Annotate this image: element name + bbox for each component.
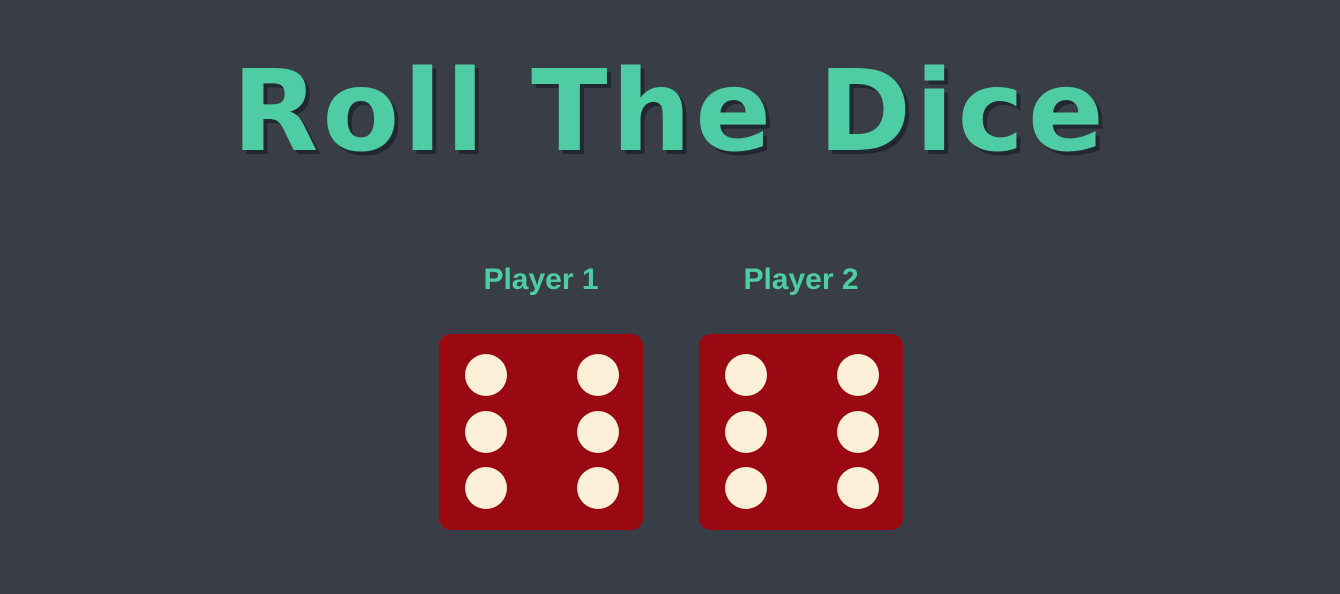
player-1-die xyxy=(439,334,643,530)
player-2-die xyxy=(699,334,903,530)
die-pip xyxy=(577,354,619,396)
die-pip xyxy=(837,411,879,453)
player-1-panel: Player 1 xyxy=(438,258,644,530)
die-pip xyxy=(465,411,507,453)
player-2-panel: Player 2 xyxy=(698,258,904,530)
die-pip xyxy=(837,467,879,509)
player-1-label: Player 1 xyxy=(483,263,599,296)
die-pip xyxy=(725,467,767,509)
die-pip xyxy=(837,354,879,396)
die-pip xyxy=(725,354,767,396)
die-pip xyxy=(725,411,767,453)
die-pip xyxy=(577,411,619,453)
die-pip xyxy=(465,467,507,509)
player-2-label: Player 2 xyxy=(743,263,859,296)
page-title: Roll The Dice xyxy=(232,47,1108,177)
die-pip xyxy=(577,467,619,509)
die-pip xyxy=(465,354,507,396)
